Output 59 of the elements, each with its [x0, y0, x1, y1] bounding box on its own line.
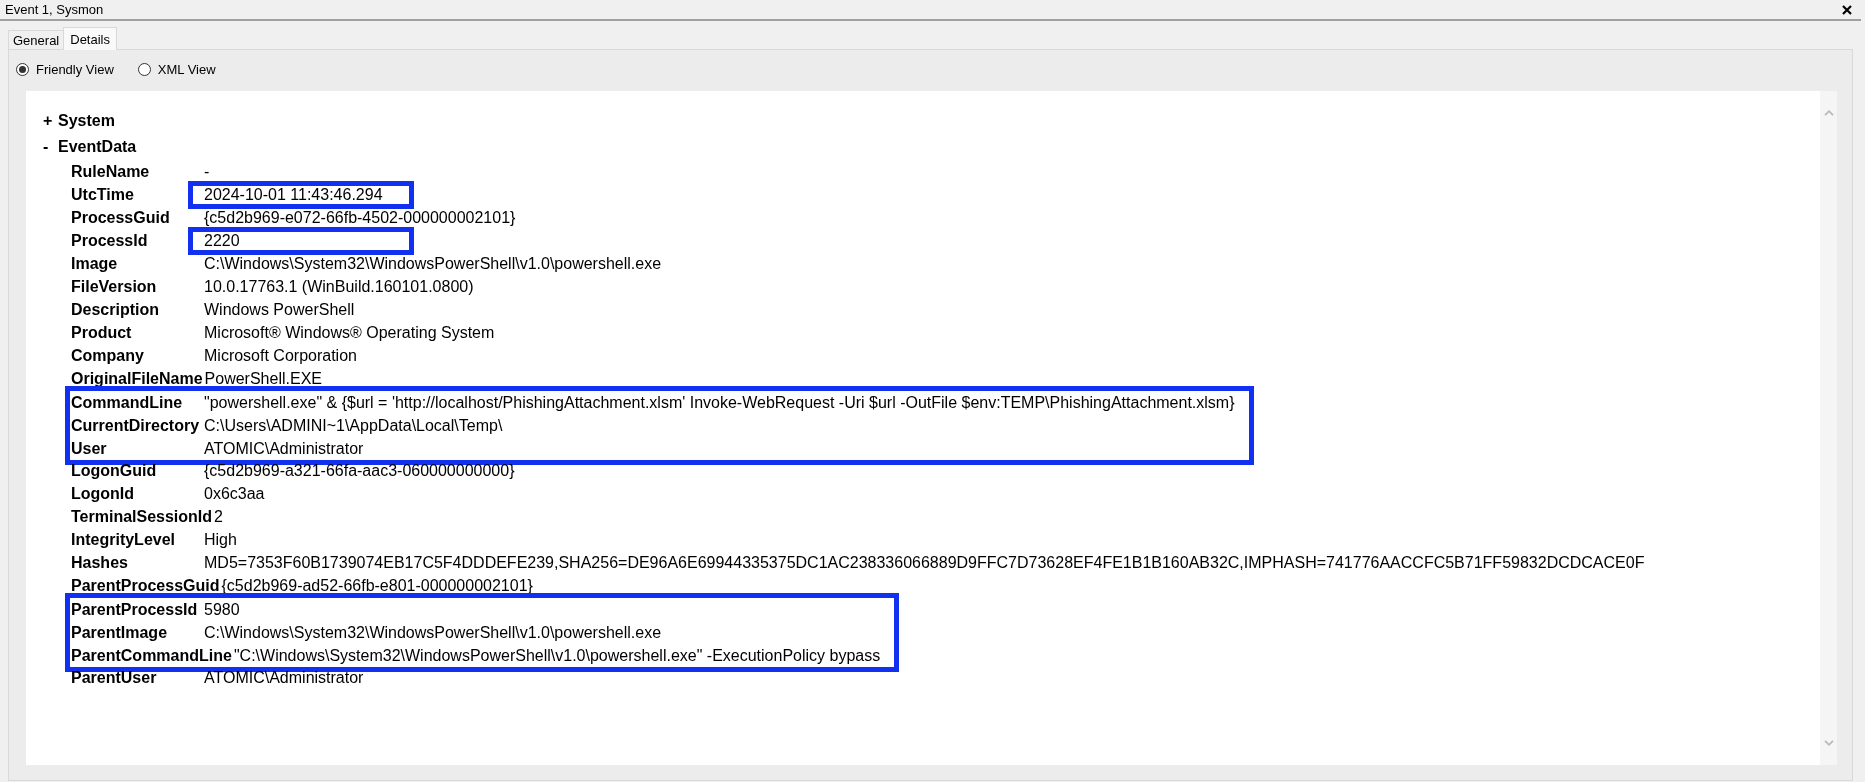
field-value: "C:\Windows\System32\WindowsPowerShell\v1.0\powershell.exe" -ExecutionPolicy bypass: [233, 646, 881, 665]
tab[interactable]: Details: [63, 27, 117, 50]
field-name: ParentProcessId: [71, 600, 198, 618]
field-value: MD5=7353F60B1739074EB17C5F4DDDEFE239,SHA256=DE96A6E69944335375DC1AC238336066889D9FFC7D73628EF4FE1B1B160AB32C,IMPHASH=741776AACCFC5B71FF59832DCDCACE0F: [204, 553, 1645, 572]
close-icon[interactable]: [1842, 4, 1852, 15]
field-name: Product: [71, 323, 132, 341]
tree-node-label: EventData: [58, 138, 137, 156]
field-name: ParentCommandLine: [71, 646, 232, 664]
field-value: 2: [214, 507, 223, 526]
chevron-up-icon[interactable]: [1823, 110, 1834, 116]
field-value: Microsoft® Windows® Operating System: [204, 323, 495, 342]
field-value: High: [204, 530, 237, 549]
field-value: Windows PowerShell: [204, 300, 355, 319]
field-value: ATOMIC\Administrator: [204, 439, 364, 458]
window-title: Event 1, Sysmon: [5, 1, 105, 18]
field-value: C:\Windows\System32\WindowsPowerShell\v1.0\powershell.exe: [204, 623, 662, 642]
field-name: TerminalSessionId: [71, 507, 213, 525]
field-name: CurrentDirectory: [71, 416, 200, 434]
field-value: -: [204, 162, 210, 181]
field-name: CommandLine: [71, 393, 183, 411]
field-value: C:\Windows\System32\WindowsPowerShell\v1.0\powershell.exe: [204, 254, 662, 273]
radio-button[interactable]: Friendly View: [16, 61, 114, 77]
field-name: Description: [71, 300, 159, 318]
field-value: {c5d2b969-ad52-66fb-e801-000000002101}: [221, 576, 533, 595]
field-value: Microsoft Corporation: [204, 346, 357, 365]
field-name: ParentUser: [71, 668, 157, 686]
field-name: RuleName: [71, 162, 150, 180]
field-name: ParentImage: [71, 623, 168, 641]
field-value: "powershell.exe" & {$url = 'http://localhost/PhishingAttachment.xlsm' Invoke-WebRequest -Uri $url -OutFile $env:TEMP\PhishingAttachment.xlsm}: [204, 393, 1235, 412]
field-value: 10.0.17763.1 (WinBuild.160101.0800): [204, 277, 474, 296]
field-name: Company: [71, 346, 144, 364]
field-name: Image: [71, 254, 118, 272]
expand-toggle[interactable]: +: [43, 112, 53, 129]
field-name: IntegrityLevel: [71, 530, 176, 548]
tab[interactable]: General: [8, 30, 65, 49]
field-value: C:\Users\ADMINI~1\AppData\Local\Temp\: [204, 416, 503, 435]
field-name: Hashes: [71, 553, 128, 571]
field-name: LogonId: [71, 484, 135, 502]
expand-toggle[interactable]: -: [43, 138, 49, 155]
field-name: User: [71, 439, 107, 457]
field-value: 5980: [204, 600, 240, 619]
field-name: LogonGuid: [71, 461, 157, 479]
scrollbar[interactable]: [1820, 91, 1837, 765]
field-name: UtcTime: [71, 185, 134, 203]
field-value: ATOMIC\Administrator: [204, 668, 364, 687]
chevron-down-icon[interactable]: [1823, 740, 1834, 746]
field-value: {c5d2b969-a321-66fa-aac3-060000000000}: [204, 461, 515, 480]
field-value: 0x6c3aa: [204, 484, 265, 503]
field-name: ParentProcessGuid: [71, 576, 220, 594]
field-name: ProcessId: [71, 231, 148, 249]
radio-button[interactable]: XML View: [137, 61, 216, 77]
field-value: 2024-10-01 11:43:46.294: [204, 185, 383, 204]
field-name: ProcessGuid: [71, 208, 170, 226]
field-name: OriginalFileName: [71, 369, 203, 387]
tree-node-label: System: [58, 112, 115, 130]
field-value: PowerShell.EXE: [204, 369, 322, 388]
field-value: 2220: [204, 231, 240, 250]
field-name: FileVersion: [71, 277, 157, 295]
field-value: {c5d2b969-e072-66fb-4502-000000002101}: [204, 208, 516, 227]
